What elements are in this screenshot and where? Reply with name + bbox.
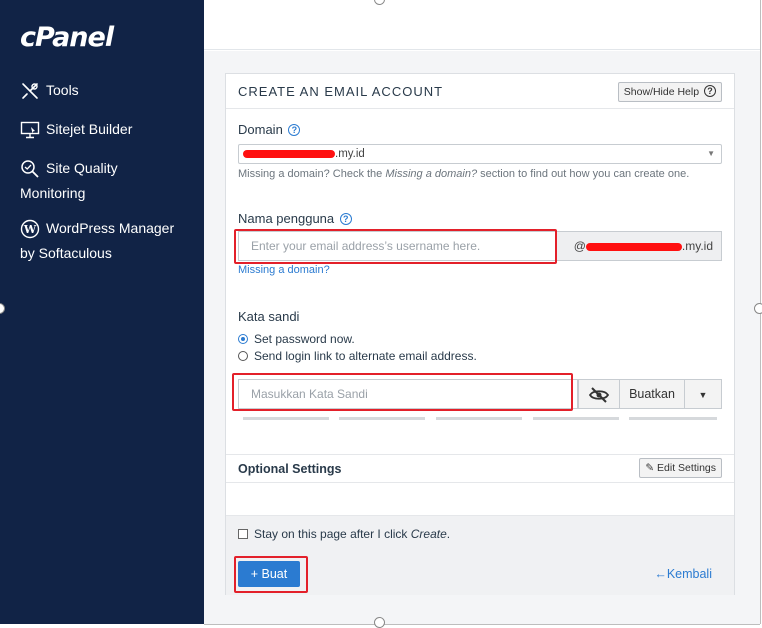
hint-italic: Missing a domain? [385,168,478,180]
divider [226,482,734,483]
hint-text: Missing a domain? Check the [238,168,386,180]
domain-select[interactable]: .my.id ▼ [238,144,722,164]
wordpress-icon: W [20,219,40,239]
show-hide-help-button[interactable]: Show/Hide Help ? [617,82,722,102]
addon-suffix: .my.id [681,239,713,253]
radio-label: Set password now. [254,332,355,346]
password-label: Kata sandi [238,309,300,324]
at-sign: @ [573,239,586,253]
eye-slash-icon [588,386,610,403]
pencil-icon: ✎ [645,462,655,474]
magnifier-check-icon [20,159,40,179]
sidebar: cPanel Tools Sitejet Builder Site Qualit… [0,0,204,624]
strength-bar-segment [339,417,425,420]
edit-settings-button[interactable]: ✎ Edit Settings [639,458,722,478]
form-footer: Stay on this page after I click Create. … [226,515,734,595]
domain-label: Domain ? [238,122,301,137]
top-bar [204,0,760,50]
toggle-password-visibility-button[interactable] [578,379,620,409]
page-title: CREATE AN EMAIL ACCOUNT [238,84,444,99]
sidebar-item-sitejet-builder[interactable]: Sitejet Builder [20,117,200,142]
strength-bar-segment [436,417,522,420]
checkbox-label-end: . [446,527,451,541]
sidebar-item-label-cont: Monitoring [20,185,86,201]
sidebar-item-label-cont: by Softaculous [20,245,112,261]
stay-on-page-checkbox[interactable]: Stay on this page after I click Create. [238,527,450,541]
form-header: CREATE AN EMAIL ACCOUNT Show/Hide Help ? [226,74,734,109]
tools-icon [20,81,40,101]
domain-hint: Missing a domain? Check the Missing a do… [238,168,689,180]
sidebar-item-site-quality-monitoring[interactable]: Site Quality Monitoring [20,156,200,206]
radio-set-password[interactable]: Set password now. [238,332,355,346]
chevron-down-icon: ▼ [707,149,715,158]
checkbox-label: Stay on this page after I click [254,527,411,541]
back-link-label: Kembali [666,567,712,581]
optional-settings-title: Optional Settings [238,462,342,476]
monitor-icon [20,120,40,140]
username-help-icon[interactable]: ? [339,213,352,225]
frame-border-bottom [204,624,760,625]
username-label: Nama pengguna ? [238,211,352,226]
radio-label: Send login link to alternate email addre… [254,349,477,363]
sidebar-item-label: WordPress Manager [46,220,175,236]
strength-bar-segment [243,417,329,420]
svg-text:W: W [23,223,37,236]
resize-handle-right[interactable] [754,303,762,314]
redacted-domain [585,242,682,251]
sidebar-item-tools[interactable]: Tools [20,78,200,103]
redacted-domain [243,149,335,158]
generate-password-button[interactable]: Buatkan [619,379,685,409]
missing-domain-link[interactable]: Missing a domain? [238,264,330,276]
resize-handle-bottom[interactable] [374,617,385,628]
domain-select-value: .my.id [335,148,365,160]
domain-label-text: Domain [238,122,283,137]
password-input[interactable]: Masukkan Kata Sandi [238,379,578,409]
back-link[interactable]: ←Kembali [654,567,712,581]
help-button-label: Show/Hide Help [623,86,700,98]
domain-addon: @ .my.id [556,231,722,261]
generate-options-dropdown[interactable]: ▼ [684,379,722,409]
edit-settings-label: Edit Settings [657,462,716,474]
arrow-left-icon: ← [654,567,667,581]
create-email-form: CREATE AN EMAIL ACCOUNT Show/Hide Help ?… [225,73,735,595]
username-input[interactable]: Enter your email address’s username here… [238,231,556,261]
strength-bar-segment [629,417,717,420]
sidebar-item-label: Tools [46,82,79,98]
checkbox[interactable] [238,529,248,539]
sidebar-item-label: Site Quality [46,160,118,176]
cpanel-logo[interactable]: cPanel [20,22,114,53]
radio-selected[interactable] [238,334,248,344]
screenshot-frame: cPanel Tools Sitejet Builder Site Qualit… [0,0,762,628]
strength-bar-segment [533,417,619,420]
sidebar-item-wordpress-manager[interactable]: W WordPress Manager by Softaculous [20,216,200,266]
question-icon: ? [704,85,716,97]
radio-unselected[interactable] [238,351,248,361]
caret-down-icon: ▼ [698,390,708,400]
username-label-text: Nama pengguna [238,211,335,226]
create-button[interactable]: + Buat [238,561,300,587]
domain-help-icon[interactable]: ? [288,124,301,136]
divider [226,454,734,455]
hint-text-end: section to find out how you can create o… [477,168,690,180]
sidebar-item-label: Sitejet Builder [46,121,133,137]
checkbox-label-italic: Create [410,527,447,541]
radio-send-login-link[interactable]: Send login link to alternate email addre… [238,349,477,363]
